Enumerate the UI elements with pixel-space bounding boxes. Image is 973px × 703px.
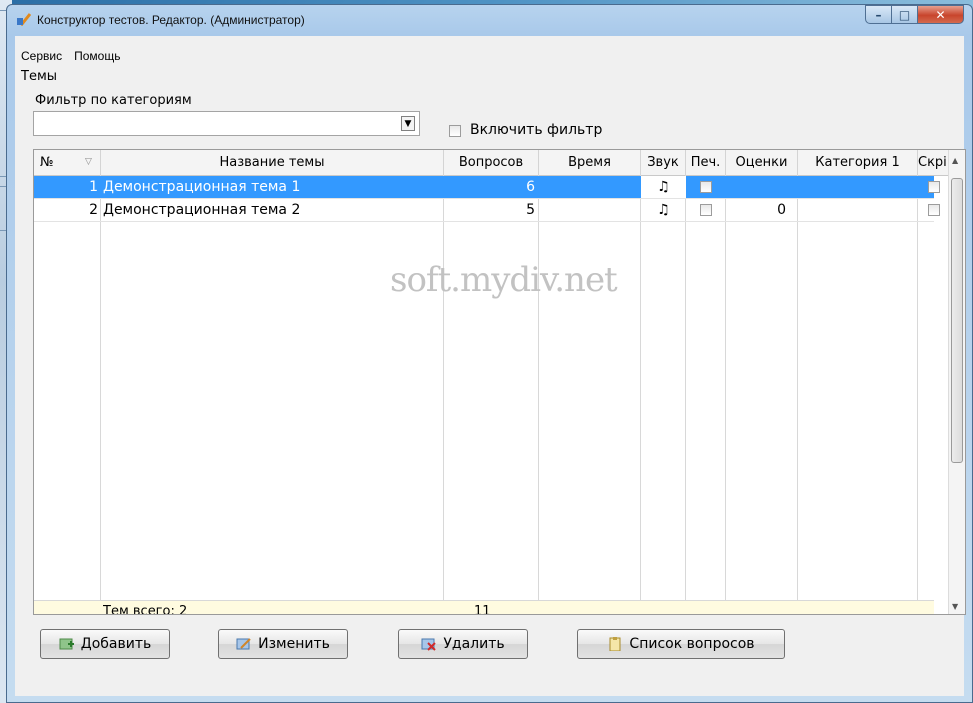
column-divider [538, 175, 539, 600]
column-divider [917, 175, 918, 600]
grid-header: № ▽ Название темы Вопросов Время Звук Пе… [34, 150, 965, 176]
filter-label: Фильтр по категориям [35, 93, 192, 108]
dropdown-arrow-icon[interactable]: ▼ [401, 116, 415, 131]
row-name: Демонстрационная тема 1 [103, 179, 301, 195]
column-header-sound[interactable]: Звук [641, 150, 686, 175]
window-client: Сервис Помощь Темы Фильтр по категориям … [15, 36, 966, 696]
row-time [539, 176, 639, 198]
topics-grid: № ▽ Название темы Вопросов Время Звук Пе… [33, 149, 966, 615]
row-separator [34, 221, 934, 222]
row-name: Демонстрационная тема 2 [103, 202, 301, 218]
print-checkbox[interactable] [700, 181, 712, 193]
delete-button[interactable]: Удалить [398, 629, 528, 659]
close-icon: ✕ [935, 7, 946, 22]
row-questions: 6 [526, 179, 535, 195]
button-bar: Добавить Изменить Удалить Список вопросо… [15, 629, 964, 691]
column-divider [797, 175, 798, 600]
row-grades: 0 [777, 202, 786, 218]
enable-filter-checkbox[interactable] [449, 125, 461, 137]
table-row[interactable]: 1 Демонстрационная тема 1 6 ♫ [34, 176, 940, 198]
row-grades [726, 176, 794, 198]
enable-filter-label: Включить фильтр [470, 122, 603, 138]
table-row[interactable]: 2 Демонстрационная тема 2 5 ♫ 0 [34, 199, 940, 221]
row-questions: 5 [526, 202, 535, 218]
window-title: Конструктор тестов. Редактор. (Администр… [37, 13, 305, 27]
hidden-checkbox[interactable] [928, 204, 940, 216]
section-label: Темы [21, 69, 58, 84]
column-header-grades[interactable]: Оценки [726, 150, 798, 175]
hidden-checkbox[interactable] [928, 181, 940, 193]
row-category [798, 199, 916, 221]
minimize-button[interactable]: – [865, 5, 892, 24]
column-divider [100, 175, 101, 600]
footer-total-questions: 11 [474, 604, 491, 615]
delete-icon [421, 638, 437, 651]
scroll-down-icon[interactable]: ▼ [952, 602, 958, 611]
row-num: 2 [89, 202, 98, 218]
add-icon [59, 638, 74, 650]
add-button[interactable]: Добавить [40, 629, 170, 659]
minimize-icon: – [875, 7, 882, 22]
app-icon [17, 13, 31, 26]
print-checkbox[interactable] [700, 204, 712, 216]
scroll-thumb[interactable] [951, 178, 963, 463]
sort-icon: ▽ [85, 157, 92, 167]
edit-icon [236, 638, 251, 650]
column-header-hidden[interactable]: Скрі [918, 150, 950, 175]
maximize-button[interactable]: □ [891, 5, 918, 24]
grid-footer: Тем всего: 2 11 [34, 600, 934, 615]
row-num: 1 [89, 179, 98, 195]
column-header-name[interactable]: Название темы [101, 150, 444, 175]
column-header-category[interactable]: Категория 1 [798, 150, 918, 175]
menu-bar: Сервис Помощь [15, 47, 126, 65]
menu-help[interactable]: Помощь [68, 47, 126, 65]
title-bar[interactable]: Конструктор тестов. Редактор. (Администр… [7, 5, 972, 35]
watermark: soft.mydiv.net [390, 260, 618, 300]
close-button[interactable]: ✕ [917, 5, 964, 24]
column-header-print[interactable]: Печ. [686, 150, 726, 175]
category-filter-combo[interactable]: ▼ [33, 111, 420, 136]
footer-total-label: Тем всего: 2 [103, 604, 188, 615]
column-header-time[interactable]: Время [539, 150, 641, 175]
column-header-num[interactable]: № ▽ [34, 150, 101, 175]
column-header-questions[interactable]: Вопросов [444, 150, 539, 175]
clipboard-icon [609, 637, 621, 651]
column-divider [640, 175, 641, 600]
vertical-scrollbar[interactable]: ▲ ▼ [948, 150, 965, 614]
menu-service[interactable]: Сервис [15, 47, 68, 65]
row-time [539, 199, 639, 221]
row-category [798, 176, 916, 198]
edit-button[interactable]: Изменить [218, 629, 348, 659]
scroll-up-icon[interactable]: ▲ [952, 156, 958, 165]
column-divider [725, 175, 726, 600]
column-divider [443, 175, 444, 600]
music-note-icon: ♫ [641, 176, 686, 198]
music-note-icon: ♫ [657, 202, 670, 218]
column-divider [685, 175, 686, 600]
questions-list-button[interactable]: Список вопросов [577, 629, 785, 659]
maximize-icon: □ [898, 7, 911, 22]
app-window: Конструктор тестов. Редактор. (Администр… [6, 4, 973, 703]
